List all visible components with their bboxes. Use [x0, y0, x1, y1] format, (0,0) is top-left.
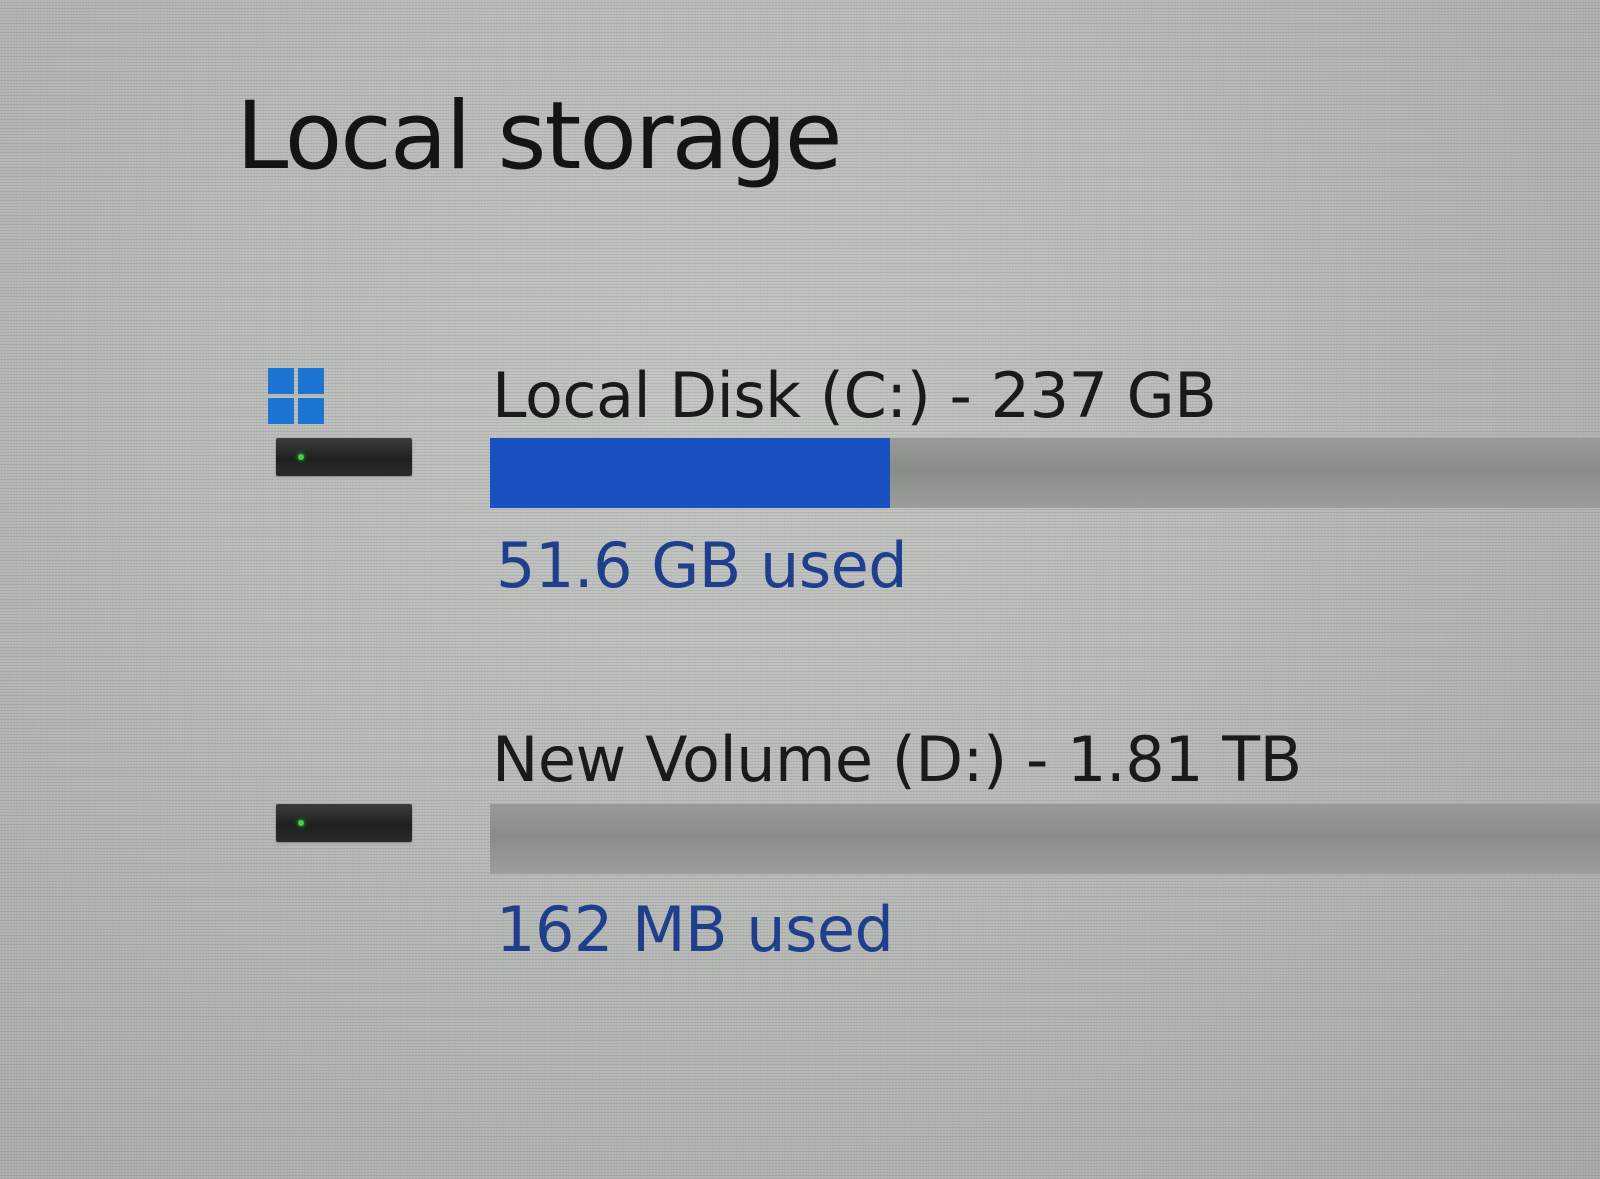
drive-entry-c[interactable]: Local Disk (C:) - 237 GB 51.6 GB used [0, 350, 1600, 610]
usage-bar-fill-c [490, 438, 890, 508]
system-drive-icon [262, 362, 412, 482]
drive-name-d: New Volume (D:) - 1.81 TB [492, 723, 1302, 796]
drive-name-c: Local Disk (C:) - 237 GB [492, 359, 1217, 432]
drive-entry-d[interactable]: New Volume (D:) - 1.81 TB 162 MB used [0, 720, 1600, 980]
local-storage-heading: Local storage [236, 82, 843, 191]
windows-logo-icon [268, 368, 324, 424]
usage-bar-c [490, 438, 1600, 508]
data-drive-icon [262, 770, 412, 890]
used-space-label-d[interactable]: 162 MB used [496, 890, 894, 970]
used-space-label-c[interactable]: 51.6 GB used [496, 526, 908, 606]
usage-bar-d [490, 804, 1600, 874]
hard-drive-icon [276, 438, 412, 476]
hard-drive-icon [276, 804, 412, 842]
